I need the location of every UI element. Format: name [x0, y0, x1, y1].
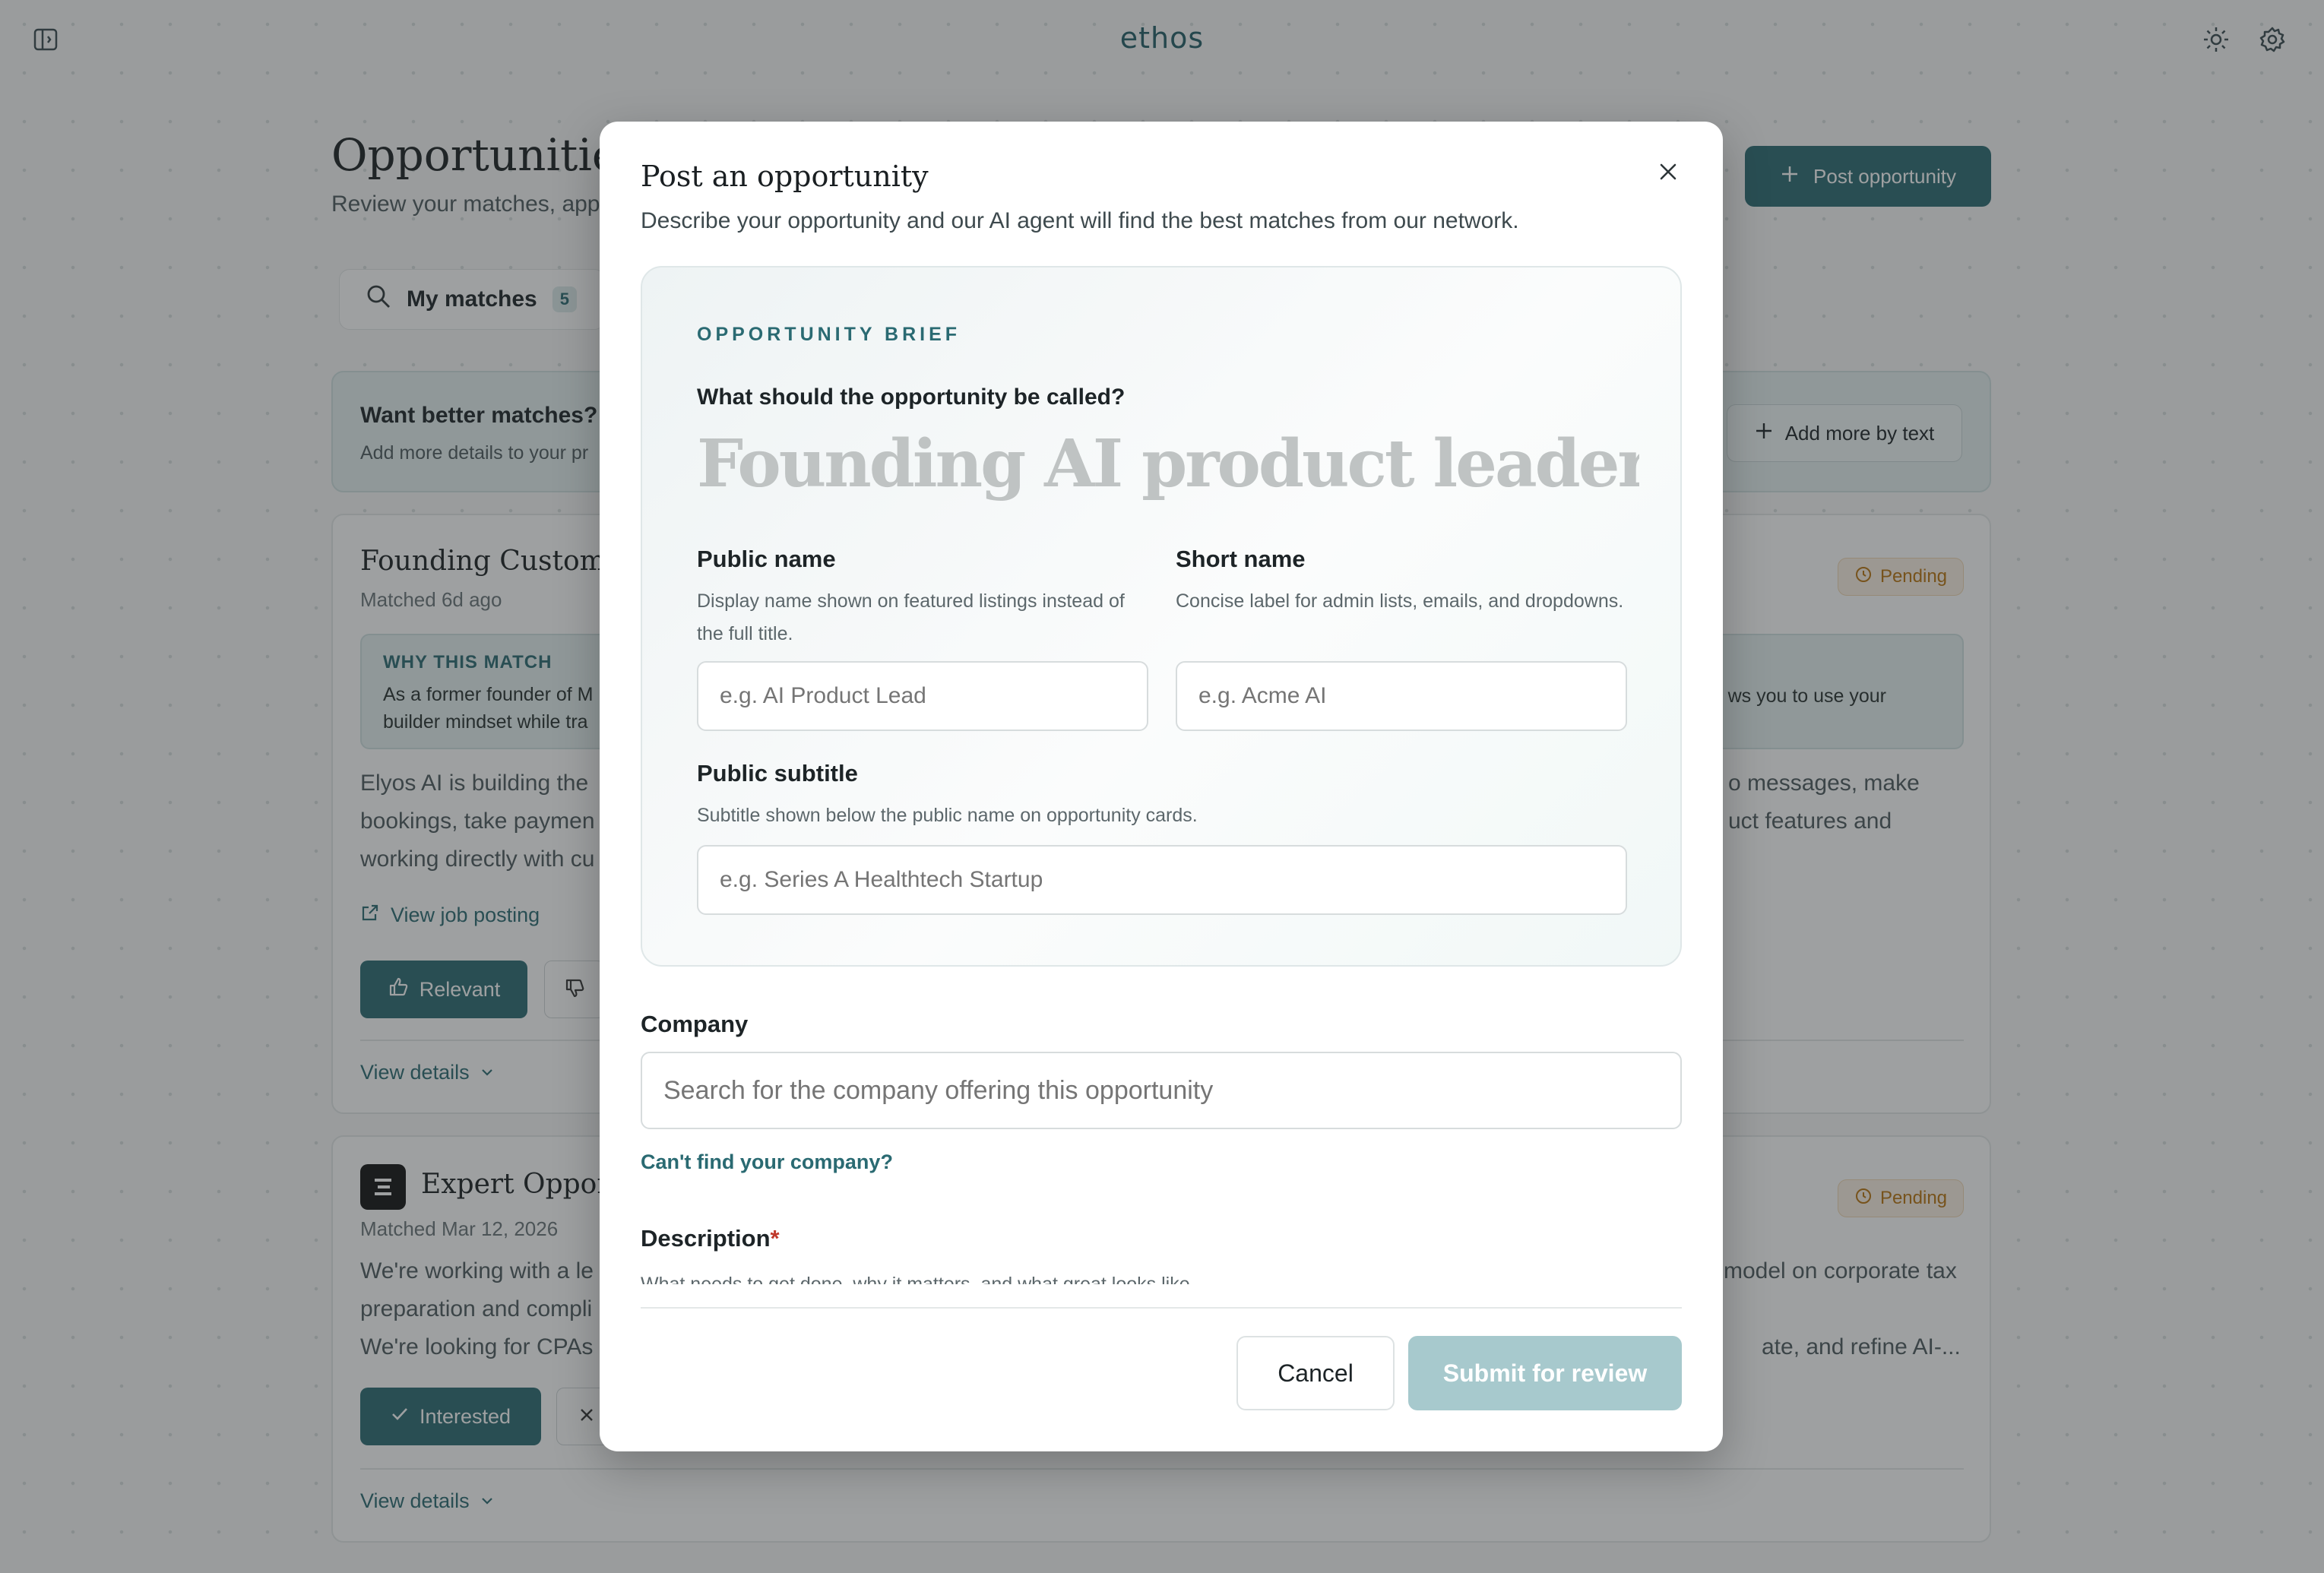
opportunity-brief-panel: OPPORTUNITY BRIEF What should the opport…	[641, 266, 1682, 967]
dialog-description: Describe your opportunity and our AI age…	[641, 208, 1519, 233]
company-label: Company	[641, 1011, 749, 1037]
public-name-help: Display name shown on featured listings …	[697, 590, 1125, 644]
company-search-input[interactable]	[641, 1052, 1682, 1129]
public-subtitle-input[interactable]	[697, 845, 1627, 915]
description-help: What needs to get done, why it matters, …	[641, 1274, 1195, 1284]
public-subtitle-label: Public subtitle	[697, 760, 858, 786]
cancel-button[interactable]: Cancel	[1236, 1336, 1395, 1410]
opportunity-title-input[interactable]: Founding AI product leader for a hea	[697, 426, 1639, 502]
short-name-help: Concise label for admin lists, emails, a…	[1176, 590, 1624, 612]
cant-find-company-link[interactable]: Can't find your company?	[641, 1150, 893, 1174]
short-name-input[interactable]	[1176, 661, 1627, 731]
dialog-title: Post an opportunity	[641, 160, 929, 193]
post-opportunity-dialog: Post an opportunity Describe your opport…	[600, 122, 1723, 1451]
public-subtitle-help: Subtitle shown below the public name on …	[697, 805, 1198, 826]
public-name-input[interactable]	[697, 661, 1148, 731]
brief-label: OPPORTUNITY BRIEF	[697, 324, 961, 345]
title-question: What should the opportunity be called?	[697, 385, 1126, 410]
close-dialog-button[interactable]	[1651, 157, 1685, 190]
public-name-label: Public name	[697, 546, 836, 572]
description-label: Description*	[641, 1225, 780, 1252]
description-label-text: Description	[641, 1225, 771, 1252]
required-mark: *	[770, 1225, 780, 1252]
short-name-label: Short name	[1176, 546, 1306, 572]
submit-for-review-button[interactable]: Submit for review	[1408, 1336, 1682, 1410]
close-icon	[1658, 161, 1679, 186]
footer-divider	[641, 1307, 1682, 1309]
